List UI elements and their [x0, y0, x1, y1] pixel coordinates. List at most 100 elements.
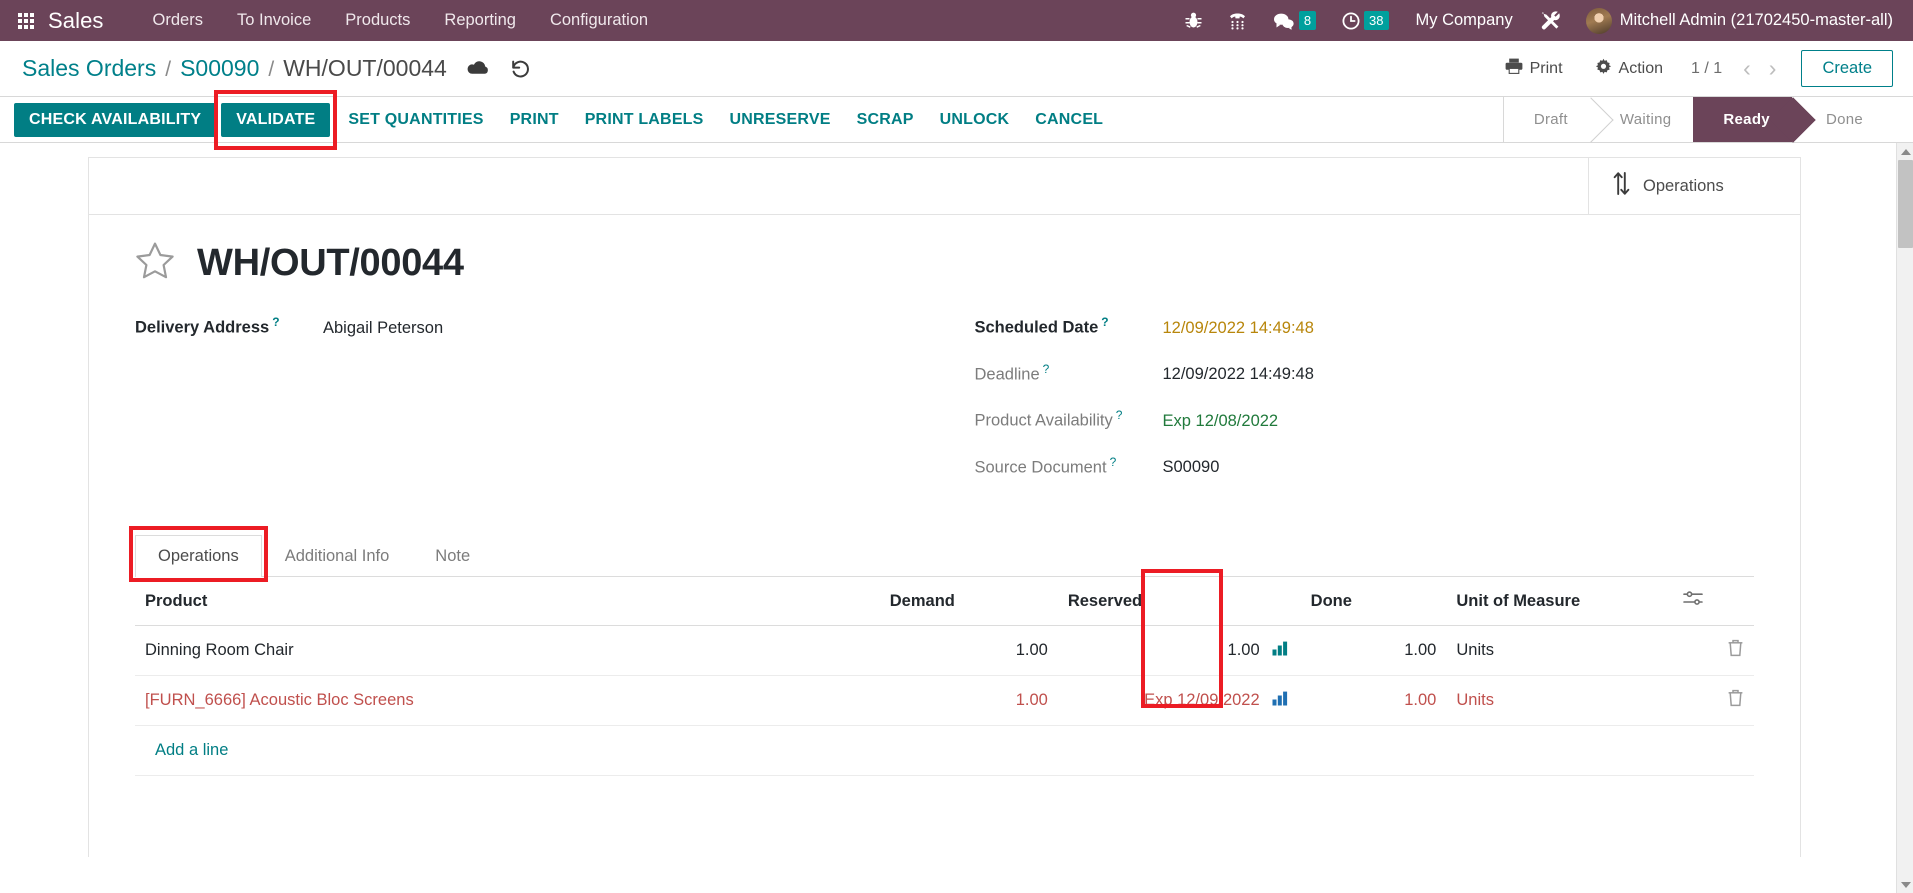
field-label-product-availability: Product Availability? [974, 408, 1123, 430]
field-deadline: Deadline? 12/09/2022 14:49:48 [975, 362, 1755, 385]
cloud-save-icon[interactable] [467, 60, 490, 77]
column-header-demand: Demand [879, 577, 1058, 626]
cell-reserved[interactable]: Exp 12/09/2022 [1057, 675, 1301, 726]
field-value-delivery-address[interactable]: Abigail Peterson [323, 319, 443, 338]
table-row[interactable]: Dinning Room Chair 1.00 1.00 1.00 Units [135, 625, 1754, 676]
tooltip-icon[interactable]: ? [1116, 408, 1123, 422]
validate-button[interactable]: Validate [221, 102, 331, 137]
status-bar: Draft Waiting Ready Done [1502, 97, 1913, 142]
cell-unit-of-measure[interactable]: Units [1446, 675, 1674, 726]
unreserve-button[interactable]: Unreserve [717, 104, 844, 136]
user-menu[interactable]: Mitchell Admin (21702450-master-all) [1574, 4, 1899, 38]
field-label-delivery-address: Delivery Address? [135, 315, 280, 337]
control-panel-bottom: Check Availability Validate Set Quantiti… [0, 89, 1913, 150]
breadcrumb-separator: / [165, 58, 172, 81]
messages-icon[interactable]: 8 [1260, 5, 1329, 36]
table-row[interactable]: [FURN_6666] Acoustic Bloc Screens 1.00 E… [135, 675, 1754, 726]
tab-note[interactable]: Note [412, 535, 493, 577]
phone-dialpad-icon[interactable] [1215, 5, 1260, 36]
tooltip-icon[interactable]: ? [1101, 315, 1108, 329]
chevron-right-icon[interactable]: › [1760, 57, 1786, 80]
menu-item-products[interactable]: Products [328, 1, 427, 40]
pager-counter: 1 / 1 [1690, 59, 1723, 77]
action-button-group: Check Availability Validate Set Quantiti… [0, 89, 1503, 150]
print-action-button[interactable]: Print [497, 104, 572, 136]
breadcrumb-current-record: WH/OUT/00044 [283, 55, 447, 81]
breadcrumb-item-sales-orders[interactable]: Sales Orders [22, 55, 156, 82]
tooltip-icon[interactable]: ? [272, 315, 279, 329]
field-value-scheduled-date[interactable]: 12/09/2022 14:49:48 [1163, 319, 1314, 338]
chevron-left-icon[interactable]: ‹ [1734, 57, 1760, 80]
unlock-button[interactable]: Unlock [927, 104, 1023, 136]
star-outline-icon[interactable] [135, 241, 175, 285]
form-fields-grid: Delivery Address? Abigail Peterson Sched… [135, 315, 1754, 501]
print-label: Print [1529, 59, 1563, 77]
cancel-button[interactable]: Cancel [1022, 104, 1116, 136]
bug-icon[interactable] [1172, 5, 1215, 36]
notebook: Operations Additional Info Note Product … [129, 526, 1754, 776]
printer-icon [1505, 58, 1523, 79]
print-labels-button[interactable]: Print Labels [572, 104, 717, 136]
cell-product[interactable]: [FURN_6666] Acoustic Bloc Screens [135, 675, 880, 726]
detailed-operations-icon[interactable] [1272, 691, 1291, 711]
tools-icon[interactable] [1527, 5, 1574, 37]
set-quantities-button[interactable]: Set Quantities [335, 104, 496, 136]
discard-undo-icon[interactable] [510, 60, 532, 78]
sheet-background: Operations WH/OUT/00044 Delivery Address… [0, 143, 1913, 857]
cell-done[interactable]: 1.00 [1300, 625, 1447, 676]
operations-table: Product Demand Reserved Done Unit of Mea… [135, 577, 1754, 776]
cell-reserved-value: 1.00 [1227, 641, 1260, 659]
menu-item-orders[interactable]: Orders [136, 1, 220, 40]
company-switcher[interactable]: My Company [1402, 3, 1527, 38]
column-options-icon[interactable] [1673, 577, 1754, 626]
field-value-source-document[interactable]: S00090 [1163, 458, 1220, 477]
control-panel-top: Sales Orders / S00090 / WH/OUT/00044 Pri… [0, 41, 1913, 96]
scrollbar-thumb[interactable] [1898, 160, 1913, 248]
apps-grid-icon[interactable] [18, 12, 34, 29]
form-view-area: Operations WH/OUT/00044 Delivery Address… [0, 143, 1913, 893]
menu-item-to-invoice[interactable]: To Invoice [220, 1, 328, 40]
tooltip-icon[interactable]: ? [1110, 455, 1117, 469]
cell-product[interactable]: Dinning Room Chair [135, 625, 880, 676]
smart-button-box: Operations [89, 158, 1800, 215]
sheet-inner: WH/OUT/00044 Delivery Address? Abigail P… [89, 215, 1800, 776]
cell-reserved[interactable]: 1.00 [1057, 625, 1301, 676]
smart-button-label: Operations [1643, 176, 1724, 195]
trash-icon[interactable] [1727, 639, 1744, 661]
cell-delete[interactable] [1673, 675, 1754, 726]
cell-unit-of-measure[interactable]: Units [1446, 625, 1674, 676]
cell-demand[interactable]: 1.00 [879, 675, 1058, 726]
tab-operations[interactable]: Operations [135, 535, 262, 577]
tooltip-icon[interactable]: ? [1043, 362, 1050, 376]
scroll-down-arrow-icon[interactable] [1897, 876, 1913, 893]
check-availability-button[interactable]: Check Availability [14, 102, 217, 137]
action-button[interactable]: Action [1579, 52, 1679, 86]
breadcrumb-item-s00090[interactable]: S00090 [180, 55, 259, 82]
cell-done[interactable]: 1.00 [1300, 675, 1447, 726]
cell-delete[interactable] [1673, 625, 1754, 676]
add-a-line-button[interactable]: Add a line [145, 726, 238, 775]
cell-demand[interactable]: 1.00 [879, 625, 1058, 676]
field-delivery-address: Delivery Address? Abigail Peterson [135, 315, 945, 338]
menu-item-configuration[interactable]: Configuration [533, 1, 665, 40]
field-value-deadline[interactable]: 12/09/2022 14:49:48 [1163, 365, 1314, 384]
scroll-up-arrow-icon[interactable] [1897, 143, 1913, 160]
record-save-discard [467, 60, 532, 78]
vertical-scrollbar[interactable] [1896, 143, 1913, 893]
table-body: Dinning Room Chair 1.00 1.00 1.00 Units … [135, 625, 1754, 776]
print-button[interactable]: Print [1489, 52, 1579, 85]
breadcrumb: Sales Orders / S00090 / WH/OUT/00044 [22, 55, 447, 82]
form-column-left: Delivery Address? Abigail Peterson [135, 315, 945, 501]
menu-item-reporting[interactable]: Reporting [427, 1, 533, 40]
activities-clock-icon[interactable]: 38 [1329, 5, 1401, 36]
tab-additional-info[interactable]: Additional Info [262, 535, 413, 577]
stage-draft[interactable]: Draft [1503, 97, 1590, 142]
avatar [1585, 7, 1612, 34]
scrap-button[interactable]: Scrap [844, 104, 927, 136]
detailed-operations-icon[interactable] [1272, 641, 1291, 661]
stage-ready[interactable]: Ready [1693, 97, 1792, 142]
smart-button-operations[interactable]: Operations [1588, 158, 1800, 214]
trash-icon[interactable] [1727, 689, 1744, 711]
app-brand-sales[interactable]: Sales [48, 8, 104, 34]
create-button[interactable]: Create [1801, 50, 1893, 87]
